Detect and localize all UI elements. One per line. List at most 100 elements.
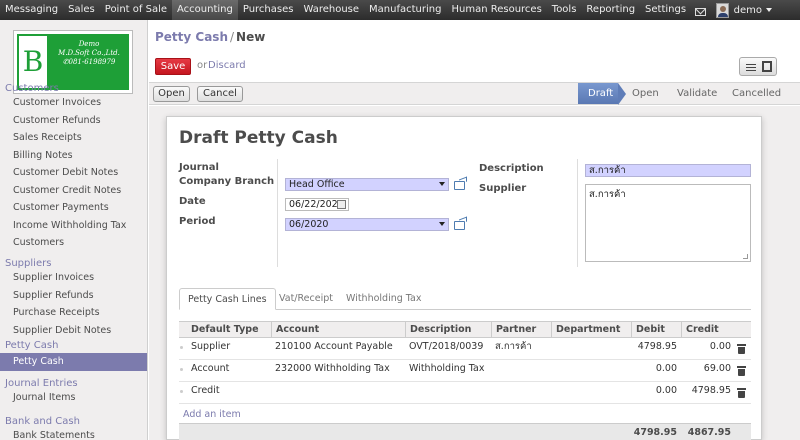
stage-draft[interactable]: Draft xyxy=(578,83,618,104)
sidebar-item-customer-credit-notes[interactable]: Customer Credit Notes xyxy=(13,185,121,196)
period-select[interactable]: 06/2020 xyxy=(285,218,449,231)
sidebar-item-customer-payments[interactable]: Customer Payments xyxy=(13,202,109,213)
sidebar-item-billing-notes[interactable]: Billing Notes xyxy=(13,150,73,161)
trash-icon[interactable] xyxy=(737,388,746,398)
sidebar-section-petty-cash: Petty Cash xyxy=(5,340,59,351)
cell-partner[interactable]: ส.การค้า xyxy=(495,338,532,360)
cell-description[interactable]: Withholding Tax xyxy=(409,360,484,382)
menu-purchases[interactable]: Purchases xyxy=(238,0,299,20)
cancel-button[interactable]: Cancel xyxy=(197,86,243,102)
column-description[interactable]: Description xyxy=(405,322,491,337)
row-handle[interactable] xyxy=(180,346,183,349)
chevron-down-icon[interactable] xyxy=(766,8,772,12)
resize-handle[interactable] xyxy=(743,254,748,259)
sidebar-item-supplier-invoices[interactable]: Supplier Invoices xyxy=(13,272,94,283)
main-menu: Messaging Sales Point of Sale Accounting… xyxy=(0,0,691,20)
column-debit[interactable]: Debit xyxy=(631,322,681,337)
external-link-icon[interactable] xyxy=(454,221,465,230)
cell-default-type[interactable]: Credit xyxy=(191,382,220,404)
table-row[interactable]: Account 232000 Withholding Tax Withholdi… xyxy=(179,360,751,382)
breadcrumb: Petty Cash / New xyxy=(155,30,265,44)
menu-accounting[interactable]: Accounting xyxy=(172,0,238,20)
table-header: Default Type Account Description Partner… xyxy=(179,321,751,338)
cell-default-type[interactable]: Account xyxy=(191,360,229,382)
sidebar-item-customer-refunds[interactable]: Customer Refunds xyxy=(13,115,101,126)
breadcrumb-parent[interactable]: Petty Cash xyxy=(155,30,228,44)
menu-settings[interactable]: Settings xyxy=(640,0,691,20)
sidebar-item-customer-invoices[interactable]: Customer Invoices xyxy=(13,97,101,108)
menu-messaging[interactable]: Messaging xyxy=(0,0,63,20)
trash-icon[interactable] xyxy=(737,344,746,354)
calendar-icon[interactable] xyxy=(337,200,346,209)
external-link-icon[interactable] xyxy=(454,181,465,190)
form-view-icon[interactable] xyxy=(762,61,772,72)
top-menu-bar: Messaging Sales Point of Sale Accounting… xyxy=(0,0,800,20)
menu-warehouse[interactable]: Warehouse xyxy=(298,0,364,20)
save-button[interactable]: Save xyxy=(155,58,191,75)
sidebar: B Demo M.D.Soft Co.,Ltd. ✆081-6198979 Cu… xyxy=(0,20,148,440)
column-credit[interactable]: Credit xyxy=(681,322,733,337)
logo-line-1: Demo xyxy=(78,40,100,48)
open-button[interactable]: Open xyxy=(153,86,190,102)
column-account[interactable]: Account xyxy=(271,322,405,337)
cell-default-type[interactable]: Supplier xyxy=(191,338,230,360)
avatar[interactable] xyxy=(715,2,729,18)
cell-account[interactable]: 232000 Withholding Tax xyxy=(275,360,390,382)
column-partner[interactable]: Partner xyxy=(491,322,551,337)
column-default-type[interactable]: Default Type xyxy=(187,322,271,337)
cell-debit[interactable]: 4798.95 xyxy=(631,338,677,360)
tab-vat-receipt[interactable]: Vat/Receipt xyxy=(271,288,341,310)
stage-validate[interactable]: Validate xyxy=(677,83,727,104)
logo-phone: 081-6198979 xyxy=(68,58,116,66)
cell-account[interactable]: 210100 Account Payable xyxy=(275,338,393,360)
sidebar-item-supplier-debit-notes[interactable]: Supplier Debit Notes xyxy=(13,325,111,336)
supplier-textarea[interactable]: ส.การค้า xyxy=(585,184,751,262)
trash-icon[interactable] xyxy=(737,366,746,376)
discard-link[interactable]: Discard xyxy=(208,60,246,71)
date-field[interactable]: 06/22/2020 xyxy=(285,198,349,211)
sidebar-item-journal-items[interactable]: Journal Items xyxy=(13,392,75,403)
table-row[interactable]: Credit 0.00 4798.95 xyxy=(179,382,751,404)
logo-text: Demo M.D.Soft Co.,Ltd. ✆081-6198979 xyxy=(51,40,127,67)
row-handle[interactable] xyxy=(180,390,183,393)
menu-reporting[interactable]: Reporting xyxy=(581,0,640,20)
sidebar-item-purchase-receipts[interactable]: Purchase Receipts xyxy=(13,307,100,318)
stage-arrow xyxy=(618,83,626,105)
menu-human-resources[interactable]: Human Resources xyxy=(446,0,546,20)
sidebar-item-income-withholding-tax[interactable]: Income Withholding Tax xyxy=(13,220,126,231)
company-branch-select[interactable]: Head Office xyxy=(285,178,449,191)
sidebar-section-customers: Customers xyxy=(5,83,59,94)
tab-petty-cash-lines[interactable]: Petty Cash Lines xyxy=(179,288,276,310)
sidebar-item-sales-receipts[interactable]: Sales Receipts xyxy=(13,132,82,143)
user-name[interactable]: demo xyxy=(734,5,762,16)
menu-tools[interactable]: Tools xyxy=(547,0,582,20)
chevron-down-icon xyxy=(439,222,445,226)
sidebar-item-customers[interactable]: Customers xyxy=(13,237,64,248)
sidebar-item-petty-cash[interactable]: Petty Cash xyxy=(0,353,147,371)
add-item-link[interactable]: Add an item xyxy=(183,409,241,420)
stage-cancelled[interactable]: Cancelled xyxy=(732,83,792,104)
sidebar-item-bank-statements[interactable]: Bank Statements xyxy=(13,430,95,440)
cell-credit[interactable]: 69.00 xyxy=(681,360,731,382)
cell-debit[interactable]: 0.00 xyxy=(631,382,677,404)
mail-icon[interactable] xyxy=(694,8,706,16)
sidebar-item-supplier-refunds[interactable]: Supplier Refunds xyxy=(13,290,94,301)
column-department[interactable]: Department xyxy=(551,322,631,337)
menu-sales[interactable]: Sales xyxy=(63,0,100,20)
menu-manufacturing[interactable]: Manufacturing xyxy=(364,0,446,20)
menu-point-of-sale[interactable]: Point of Sale xyxy=(100,0,172,20)
sidebar-item-customer-debit-notes[interactable]: Customer Debit Notes xyxy=(13,167,118,178)
table-row[interactable]: Supplier 210100 Account Payable OVT/2018… xyxy=(179,338,751,360)
stage-open[interactable]: Open xyxy=(632,83,672,104)
cell-debit[interactable]: 0.00 xyxy=(631,360,677,382)
list-view-icon[interactable] xyxy=(746,64,756,71)
description-input[interactable]: ส.การค้า xyxy=(585,164,751,177)
logo-letter: B xyxy=(19,36,47,88)
cell-description[interactable]: OVT/2018/0039 xyxy=(409,338,483,360)
cell-credit[interactable]: 0.00 xyxy=(681,338,731,360)
sidebar-section-suppliers: Suppliers xyxy=(5,258,52,269)
cell-credit[interactable]: 4798.95 xyxy=(681,382,731,404)
tab-withholding-tax[interactable]: Withholding Tax xyxy=(338,288,429,310)
row-handle[interactable] xyxy=(180,368,183,371)
period-label: Period xyxy=(179,216,216,227)
